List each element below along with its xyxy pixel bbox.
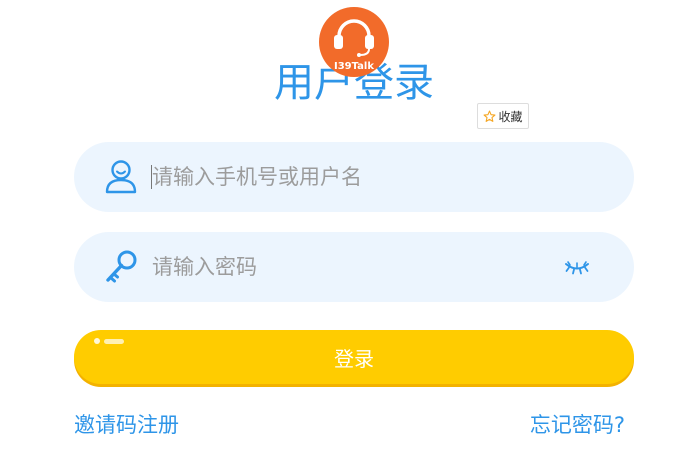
logo-text: I39Talk bbox=[334, 61, 374, 72]
user-icon bbox=[103, 159, 139, 195]
password-input[interactable] bbox=[152, 249, 552, 285]
star-outline-icon bbox=[484, 110, 496, 122]
password-field bbox=[74, 232, 634, 302]
text-cursor bbox=[151, 165, 152, 189]
forgot-password-link[interactable]: 忘记密码? bbox=[530, 411, 625, 439]
headphones-icon: I39Talk bbox=[319, 7, 389, 77]
button-highlight-dot bbox=[94, 338, 100, 344]
login-button[interactable]: 登录 bbox=[74, 330, 634, 384]
button-highlight-bar bbox=[104, 339, 124, 344]
favorite-button[interactable]: 收藏 bbox=[477, 103, 529, 129]
username-field bbox=[74, 142, 634, 212]
key-icon bbox=[103, 249, 139, 285]
eye-closed-icon[interactable] bbox=[564, 259, 590, 275]
username-input[interactable] bbox=[152, 159, 552, 195]
invite-code-register-link[interactable]: 邀请码注册 bbox=[74, 411, 179, 439]
favorite-label: 收藏 bbox=[498, 109, 523, 124]
app-logo: I39Talk bbox=[319, 7, 389, 77]
login-button-label: 登录 bbox=[334, 346, 374, 371]
